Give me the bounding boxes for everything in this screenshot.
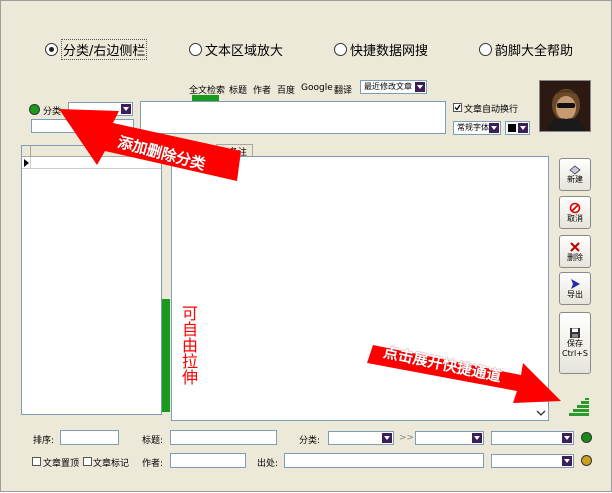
main-window: 分类/右边侧栏 文本区域放大 快捷数据网搜 韵脚大全帮助 全文检索 标题 作者 … xyxy=(0,0,612,492)
annotation-arrows xyxy=(59,109,561,403)
